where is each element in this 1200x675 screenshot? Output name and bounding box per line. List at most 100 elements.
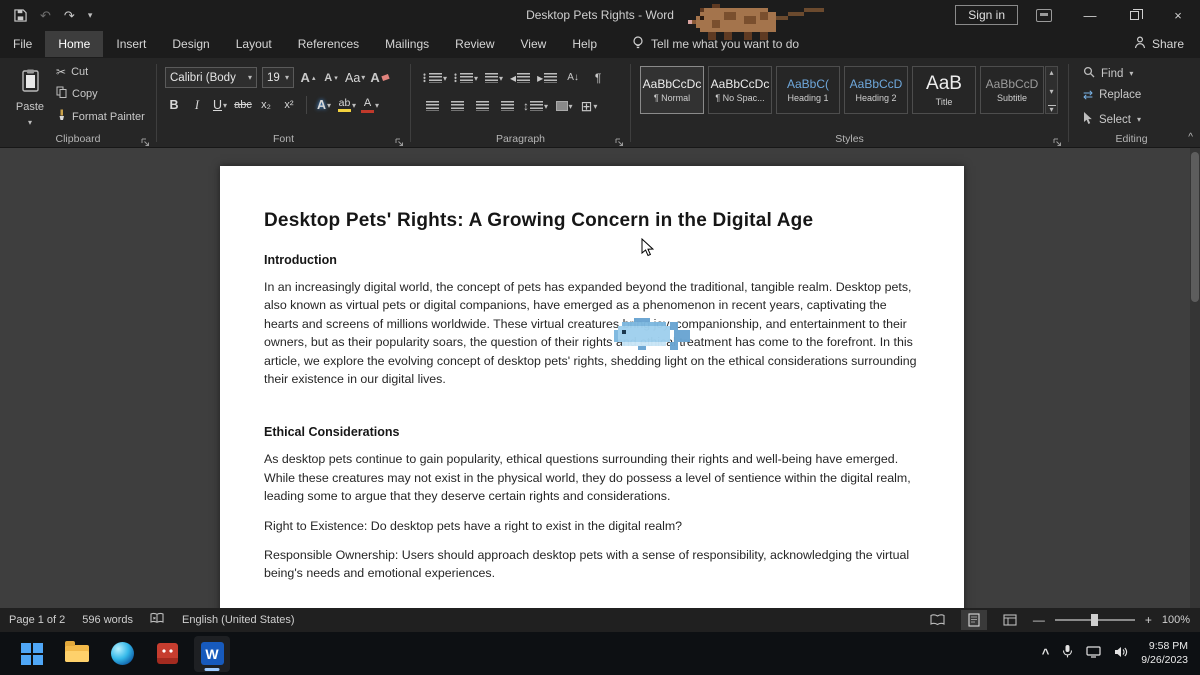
show-formatting-marks-button[interactable]: ¶ <box>589 68 607 88</box>
desktop-pet-fish-sprite[interactable] <box>610 318 698 359</box>
save-icon[interactable] <box>14 9 27 22</box>
shading-dropdown-icon[interactable]: ▾ <box>569 102 573 111</box>
paste-dropdown-icon[interactable]: ▾ <box>28 118 32 127</box>
underline-dropdown-icon[interactable]: ▾ <box>223 101 227 110</box>
bold-button[interactable]: B <box>165 95 183 115</box>
font-name-dropdown-icon[interactable]: ▾ <box>248 73 252 82</box>
find-button[interactable]: Find ▾ <box>1083 66 1133 81</box>
format-painter-button[interactable]: Format Painter <box>56 109 145 124</box>
increase-indent-button[interactable]: ▸ <box>537 68 557 88</box>
tab-insert[interactable]: Insert <box>103 31 159 57</box>
restore-button[interactable] <box>1112 0 1156 30</box>
ribbon-display-options-icon[interactable] <box>1036 9 1052 22</box>
tray-chevron-icon[interactable]: ^ <box>1042 646 1050 661</box>
subscript-button[interactable]: x₂ <box>257 95 275 115</box>
style-heading-2[interactable]: AaBbCcD Heading 2 <box>844 66 908 114</box>
paste-button[interactable]: Paste ▾ <box>10 65 50 131</box>
redo-icon[interactable]: ↷ <box>64 9 75 22</box>
borders-button[interactable]: ⊞▾ <box>580 96 598 116</box>
style-normal[interactable]: AaBbCcDc ¶ Normal <box>640 66 704 114</box>
style-subtitle[interactable]: AaBbCcD Subtitle <box>980 66 1044 114</box>
highlight-dropdown-icon[interactable]: ▾ <box>352 101 356 110</box>
tab-layout[interactable]: Layout <box>223 31 285 57</box>
close-button[interactable]: × <box>1156 0 1200 30</box>
tab-file[interactable]: File <box>0 31 45 57</box>
replace-button[interactable]: ⇄ Replace <box>1083 89 1141 101</box>
taskbar-clock[interactable]: 9:58 PM 9/26/2023 <box>1141 640 1188 667</box>
style-heading-1[interactable]: AaBbC( Heading 1 <box>776 66 840 114</box>
sort-button[interactable]: A↓ <box>564 68 582 88</box>
share-button[interactable]: Share <box>1134 36 1184 52</box>
text-effects-button[interactable]: A▾ <box>315 95 333 115</box>
web-layout-button[interactable] <box>997 610 1023 630</box>
customize-qat-icon[interactable]: ▾ <box>88 11 93 20</box>
scrollbar-thumb[interactable] <box>1191 152 1199 302</box>
styles-scroll-up-icon[interactable]: ▴ <box>1049 68 1053 77</box>
multilevel-dropdown-icon[interactable]: ▾ <box>499 74 503 83</box>
minimize-button[interactable]: — <box>1068 0 1112 30</box>
change-case-button[interactable]: Aa▾ <box>345 68 365 88</box>
start-button[interactable] <box>14 636 50 672</box>
zoom-slider-thumb[interactable] <box>1091 614 1098 626</box>
vertical-scrollbar[interactable] <box>1190 148 1200 608</box>
zoom-out-button[interactable]: — <box>1033 613 1045 627</box>
copy-button[interactable]: Copy <box>56 86 145 101</box>
microphone-icon[interactable] <box>1062 644 1073 663</box>
font-color-button[interactable]: A▾ <box>361 95 379 115</box>
font-dialog-launcher-icon[interactable] <box>395 134 405 144</box>
line-spacing-button[interactable]: ↕▾ <box>523 96 548 116</box>
clear-formatting-button[interactable]: A <box>370 68 388 88</box>
font-size-combobox[interactable]: 19 ▾ <box>262 67 294 88</box>
print-layout-button[interactable] <box>961 610 987 630</box>
align-center-button[interactable] <box>448 96 466 116</box>
tab-review[interactable]: Review <box>442 31 507 57</box>
tab-references[interactable]: References <box>285 31 372 57</box>
tab-mailings[interactable]: Mailings <box>372 31 442 57</box>
superscript-button[interactable]: x² <box>280 95 298 115</box>
align-right-button[interactable] <box>473 96 491 116</box>
tab-home[interactable]: Home <box>45 31 103 57</box>
align-left-button[interactable] <box>423 96 441 116</box>
tab-help[interactable]: Help <box>559 31 610 57</box>
tab-view[interactable]: View <box>508 31 560 57</box>
display-cast-icon[interactable] <box>1086 645 1101 663</box>
speaker-icon[interactable] <box>1114 645 1128 663</box>
font-color-dropdown-icon[interactable]: ▾ <box>375 101 379 110</box>
font-size-dropdown-icon[interactable]: ▾ <box>285 73 289 82</box>
tab-design[interactable]: Design <box>159 31 222 57</box>
find-dropdown-icon[interactable]: ▾ <box>1129 69 1133 78</box>
select-dropdown-icon[interactable]: ▾ <box>1137 115 1141 124</box>
bullets-button[interactable]: ▾ <box>423 68 447 88</box>
read-mode-button[interactable] <box>925 610 951 630</box>
cut-button[interactable]: ✂ Cut <box>56 66 145 78</box>
collapse-ribbon-icon[interactable]: ^ <box>1188 132 1193 143</box>
grow-font-button[interactable]: A▴ <box>299 68 317 88</box>
zoom-slider[interactable] <box>1055 619 1135 621</box>
paragraph-dialog-launcher-icon[interactable] <box>615 134 625 144</box>
desktop-pets-app-button[interactable] <box>149 636 185 672</box>
shrink-font-button[interactable]: A▾ <box>322 68 340 88</box>
undo-icon[interactable]: ↶ <box>40 9 51 22</box>
zoom-level[interactable]: 100% <box>1162 614 1190 626</box>
sign-in-button[interactable]: Sign in <box>955 5 1018 25</box>
decrease-indent-button[interactable]: ◂ <box>510 68 530 88</box>
word-count[interactable]: 596 words <box>82 614 133 626</box>
style-no-spacing[interactable]: AaBbCcDc ¶ No Spac... <box>708 66 772 114</box>
styles-dialog-launcher-icon[interactable] <box>1053 134 1063 144</box>
proofing-icon[interactable] <box>150 612 165 628</box>
text-effects-dropdown-icon[interactable]: ▾ <box>327 101 331 110</box>
page-indicator[interactable]: Page 1 of 2 <box>9 614 65 626</box>
styles-scroll-down-icon[interactable]: ▾ <box>1049 87 1053 96</box>
style-title[interactable]: AaB Title <box>912 66 976 114</box>
desktop-pet-possum-sprite[interactable] <box>688 0 824 53</box>
strikethrough-button[interactable]: abc <box>234 95 252 115</box>
highlight-button[interactable]: ab▾ <box>338 95 356 115</box>
styles-more-icon[interactable]: ▾ <box>1048 105 1056 112</box>
multilevel-list-button[interactable]: ▾ <box>485 68 503 88</box>
italic-button[interactable]: I <box>188 95 206 115</box>
zoom-in-button[interactable]: + <box>1145 613 1152 627</box>
edge-browser-button[interactable] <box>104 636 140 672</box>
justify-button[interactable] <box>498 96 516 116</box>
language-indicator[interactable]: English (United States) <box>182 614 295 626</box>
numbering-button[interactable]: ▾ <box>454 68 478 88</box>
